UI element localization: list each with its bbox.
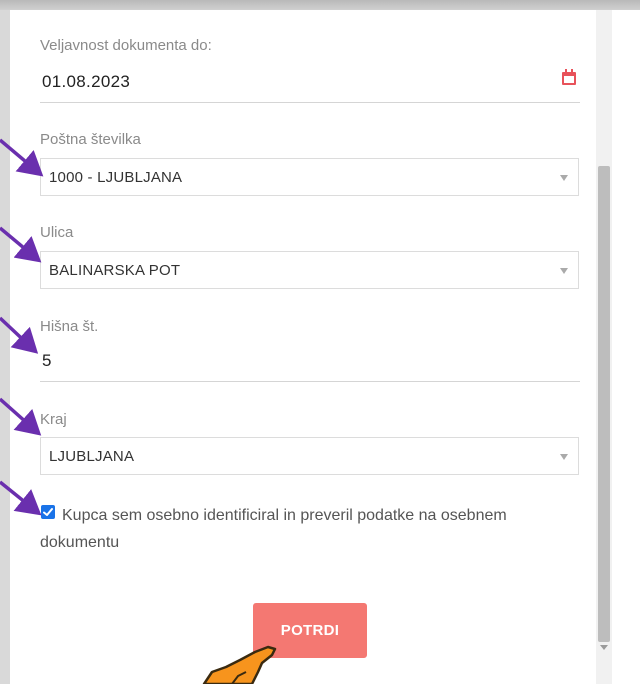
street-value: BALINARSKA POT xyxy=(49,262,181,279)
confirm-button[interactable]: POTRDI xyxy=(253,603,367,658)
adjacent-panel xyxy=(612,10,640,684)
form-panel xyxy=(10,10,596,684)
expiry-date-label: Veljavnost dokumenta do: xyxy=(40,37,212,54)
screenshot-stage: Veljavnost dokumenta do: 01.08.2023 Pošt… xyxy=(0,0,640,684)
postal-code-value: 1000 - LJUBLJANA xyxy=(49,169,183,186)
scroll-down-arrow-icon[interactable] xyxy=(600,645,608,650)
postal-code-label: Poštna številka xyxy=(40,131,141,148)
confirmation-checkbox[interactable] xyxy=(41,505,55,519)
scrollbar-thumb[interactable] xyxy=(598,166,610,642)
window-top-edge xyxy=(0,0,640,10)
city-value: LJUBLJANA xyxy=(49,448,135,465)
expiry-date-input[interactable]: 01.08.2023 xyxy=(42,72,130,92)
calendar-icon[interactable] xyxy=(562,69,576,85)
street-label: Ulica xyxy=(40,224,74,241)
chevron-down-icon xyxy=(560,454,568,460)
house-number-underline xyxy=(40,381,580,382)
city-select[interactable]: LJUBLJANA xyxy=(40,437,579,475)
confirmation-checkbox-label[interactable]: Kupca sem osebno identificiral in prever… xyxy=(40,502,580,556)
house-number-input[interactable]: 5 xyxy=(42,351,52,371)
checkmark-icon xyxy=(43,508,53,516)
chevron-down-icon xyxy=(560,175,568,181)
expiry-date-underline xyxy=(40,102,580,103)
city-label: Kraj xyxy=(40,411,67,428)
chevron-down-icon xyxy=(560,268,568,274)
street-select[interactable]: BALINARSKA POT xyxy=(40,251,579,289)
house-number-label: Hišna št. xyxy=(40,318,99,335)
postal-code-select[interactable]: 1000 - LJUBLJANA xyxy=(40,158,579,196)
